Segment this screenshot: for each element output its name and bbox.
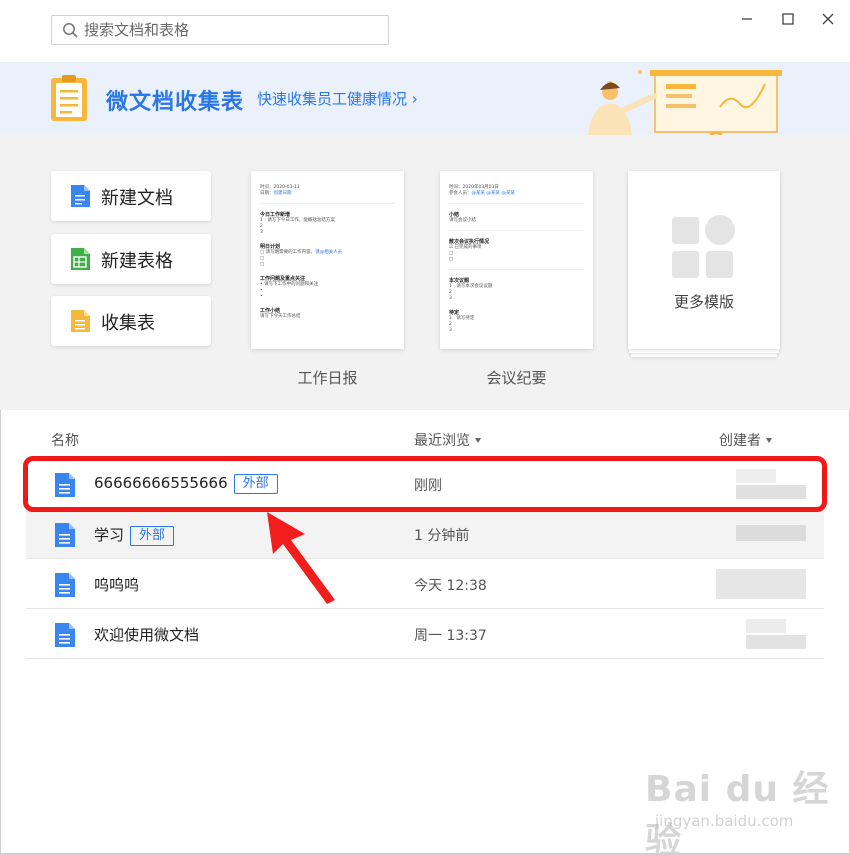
file-row[interactable]: 学习 外部 1 分钟前: [26, 509, 824, 559]
preview-meta: 参会人员：: [449, 191, 472, 196]
preview-line-link: 请@相关人员: [315, 250, 343, 255]
creator-avatar-blurred: [716, 569, 806, 599]
preview-divider: [449, 269, 584, 270]
preview-divider: [449, 203, 584, 204]
preview-line: 3: [449, 328, 452, 333]
clipboard-icon: [51, 75, 87, 121]
preview-divider: [449, 230, 584, 231]
creator-avatar-blurred: [746, 619, 806, 649]
templates-panel: 新建文档 新建表格 收集表 时间：2020-03-13 日期：创建日期 今日工作…: [0, 135, 850, 410]
baidu-jingyan-watermark: Bai du 经验 jingyan.baidu.com: [645, 760, 835, 855]
file-time: 周一 13:37: [414, 628, 487, 644]
close-button[interactable]: [813, 8, 843, 30]
preview-meta-row: 参会人员：@某某 @某某 @某某: [449, 191, 584, 197]
preview-line: 请写下今天工作总结: [260, 314, 301, 319]
new-sheet-button[interactable]: 新建表格: [51, 234, 211, 284]
file-name: 66666666555666 外部: [94, 474, 278, 494]
sort-caret-icon: [475, 437, 481, 443]
close-icon: [822, 13, 834, 25]
template-card-daily-report[interactable]: 时间：2020-03-13 日期：创建日期 今日工作新增 1 请写下今日工作，能…: [251, 171, 404, 349]
preview-meta-row: 日期：创建日期: [260, 191, 395, 197]
watermark-logo: Bai du 经验: [645, 769, 830, 855]
column-recent-sort[interactable]: 最近浏览: [414, 430, 481, 450]
preview-meta: 日期：: [260, 191, 274, 196]
external-tag: 外部: [130, 526, 175, 546]
doc-icon: [71, 185, 90, 207]
form-icon: [71, 310, 90, 332]
external-tag: 外部: [233, 474, 278, 494]
sort-caret-icon: [766, 437, 772, 443]
presenter-illustration: [588, 70, 782, 135]
column-name: 名称: [51, 433, 79, 449]
preview-line: □: [260, 262, 265, 267]
minimize-button[interactable]: [732, 8, 762, 30]
search-input[interactable]: [84, 19, 374, 41]
search-box[interactable]: [51, 15, 389, 45]
shapes-grid-icon: [672, 215, 735, 278]
preview-meta-link: 创建日期: [273, 191, 292, 196]
template-card-meeting-minutes[interactable]: 时间：2020年03月03日 参会人员：@某某 @某某 @某某 小结 请写会议小…: [440, 171, 593, 349]
new-form-label: 收集表: [101, 313, 155, 334]
collection-form-banner[interactable]: 微文档收集表 快速收集员工健康情况 ›: [0, 62, 850, 135]
title-bar: [0, 0, 850, 62]
preview-meta-link: @某某 @某某 @某某: [471, 191, 515, 196]
file-name-text: 66666666555666: [94, 474, 228, 492]
template-caption-meeting-minutes[interactable]: 会议纪要: [440, 367, 593, 388]
preview-line: □: [449, 257, 454, 262]
file-time: 1 分钟前: [414, 528, 470, 544]
banner-link[interactable]: 快速收集员工健康情况 ›: [257, 88, 418, 109]
new-doc-label: 新建文档: [101, 188, 173, 209]
new-form-button[interactable]: 收集表: [51, 296, 211, 346]
file-name: 欢迎使用微文档: [94, 626, 200, 644]
template-preview: 时间：2020-03-13 日期：创建日期 今日工作新增 1 请写下今日工作，能…: [260, 185, 395, 320]
doc-file-icon: [55, 623, 75, 647]
creator-avatar-blurred: [736, 469, 806, 499]
search-icon: [63, 23, 78, 38]
file-name: 学习 外部: [94, 524, 175, 546]
doc-file-icon: [55, 473, 75, 497]
new-doc-button[interactable]: 新建文档: [51, 171, 211, 221]
file-row[interactable]: 欢迎使用微文档 周一 13:37: [26, 609, 824, 659]
preview-line: 3: [449, 296, 452, 301]
minimize-icon: [742, 18, 752, 20]
file-time: 刚刚: [414, 478, 442, 494]
preview-line: 3: [260, 230, 263, 235]
more-templates-card[interactable]: 更多模版: [628, 171, 780, 357]
preview-line: □ 请写明需要的工作内容，: [260, 250, 316, 255]
column-recent-label: 最近浏览: [414, 433, 470, 449]
watermark-url: jingyan.baidu.com: [655, 812, 794, 830]
file-time: 今天 12:38: [414, 578, 487, 594]
preview-divider: [260, 203, 395, 204]
new-sheet-label: 新建表格: [101, 251, 173, 272]
maximize-button[interactable]: [773, 8, 803, 30]
column-creator-label: 创建者: [719, 433, 761, 449]
file-name: 呜呜呜: [94, 576, 140, 594]
file-name-text: 学习: [94, 526, 125, 544]
doc-file-icon: [55, 523, 75, 547]
more-templates-front: 更多模版: [628, 171, 780, 349]
column-creator-sort[interactable]: 创建者: [719, 430, 772, 450]
sheet-icon: [71, 248, 90, 270]
preview-line: •: [260, 294, 263, 299]
banner-title: 微文档收集表: [106, 90, 245, 115]
maximize-icon: [782, 13, 794, 25]
file-list-header: 名称 最近浏览 创建者: [0, 410, 850, 460]
file-row[interactable]: 66666666555666 外部 刚刚: [26, 459, 824, 509]
more-templates-label: 更多模版: [673, 293, 734, 311]
doc-file-icon: [55, 573, 75, 597]
template-preview: 时间：2020年03月03日 参会人员：@某某 @某某 @某某 小结 请写会议小…: [449, 185, 584, 334]
creator-avatar-blurred: [736, 525, 806, 541]
preview-line: 请写会议小结: [449, 218, 476, 223]
template-caption-daily-report[interactable]: 工作日报: [251, 367, 404, 388]
file-row[interactable]: 呜呜呜 今天 12:38: [26, 559, 824, 609]
